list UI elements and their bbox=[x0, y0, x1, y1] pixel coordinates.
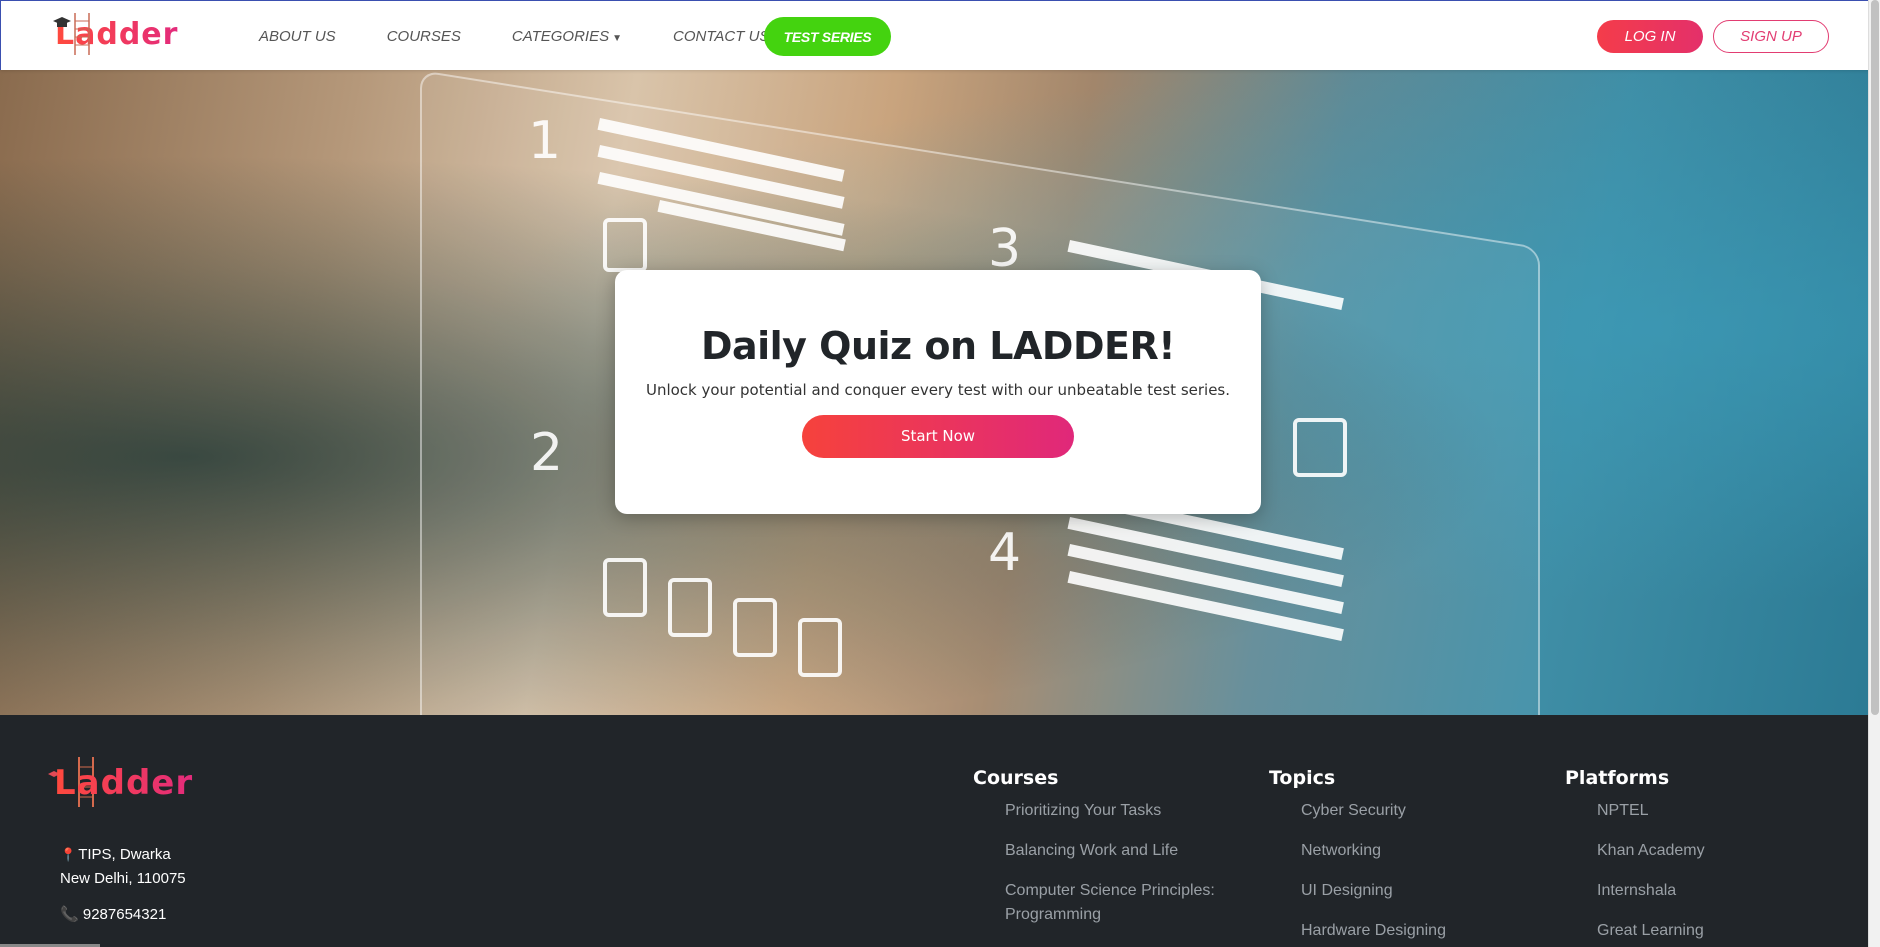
map-pin-icon: 📍 bbox=[60, 847, 77, 862]
caret-down-icon: ▼ bbox=[612, 32, 623, 44]
footer-phone: 📞 9287654321 bbox=[60, 905, 166, 923]
footer-column-title: Courses bbox=[973, 767, 1059, 789]
address-line-1: TIPS, Dwarka bbox=[78, 846, 171, 863]
quiz-title: Daily Quiz on LADDER! bbox=[700, 324, 1176, 368]
footer-link[interactable]: Khan Academy bbox=[1597, 839, 1845, 863]
footer-brand-name: Ladder bbox=[54, 763, 194, 803]
nav-about-us[interactable]: ABOUT US bbox=[259, 28, 336, 45]
nav-categories-label: CATEGORIES bbox=[511, 27, 610, 45]
address-line-2: New Delhi, 110075 bbox=[60, 870, 186, 887]
footer-column-platforms: Platforms NPTEL Khan Academy Internshala… bbox=[1565, 767, 1845, 947]
footer-column-title: Topics bbox=[1269, 767, 1336, 789]
test-series-button[interactable]: TEST SERIES bbox=[764, 17, 891, 56]
phone-icon: 📞 bbox=[60, 906, 79, 923]
footer-link[interactable]: Computer Science Principles: Programming bbox=[1005, 879, 1253, 927]
footer-link[interactable]: Cyber Security bbox=[1301, 799, 1529, 823]
footer-link[interactable]: Networking bbox=[1301, 839, 1529, 863]
footer-link[interactable]: Balancing Work and Life bbox=[1005, 839, 1253, 863]
brand-logo[interactable]: Ladder bbox=[53, 11, 178, 57]
footer-column-title: Platforms bbox=[1565, 767, 1670, 789]
footer-column-courses: Courses Prioritizing Your Tasks Balancin… bbox=[973, 767, 1253, 943]
quiz-subtitle: Unlock your potential and conquer every … bbox=[645, 381, 1231, 399]
scrollbar-thumb[interactable] bbox=[1871, 0, 1879, 715]
nav-contact-us[interactable]: CONTACT US bbox=[673, 28, 769, 45]
footer-link[interactable]: Hardware Designing bbox=[1301, 919, 1529, 943]
nav-links: ABOUT US COURSES CATEGORIES ▼ CONTACT US bbox=[259, 1, 820, 71]
quiz-card: Daily Quiz on LADDER! Unlock your potent… bbox=[615, 270, 1261, 514]
footer-link[interactable]: Prioritizing Your Tasks bbox=[1005, 799, 1253, 823]
nav-courses[interactable]: COURSES bbox=[387, 28, 461, 45]
top-navbar: Ladder ABOUT US COURSES CATEGORIES ▼ CONT… bbox=[0, 0, 1880, 70]
footer-link[interactable]: NPTEL bbox=[1597, 799, 1845, 823]
footer-link[interactable]: Great Learning bbox=[1597, 919, 1845, 943]
svg-text:2: 2 bbox=[530, 423, 563, 483]
svg-text:1: 1 bbox=[528, 111, 561, 171]
phone-number: 9287654321 bbox=[82, 906, 167, 923]
footer-link[interactable]: UI Designing bbox=[1301, 879, 1529, 903]
graduation-cap-icon bbox=[53, 17, 71, 27]
footer-link[interactable]: Internshala bbox=[1597, 879, 1845, 903]
start-now-button[interactable]: Start Now bbox=[802, 415, 1074, 458]
svg-text:4: 4 bbox=[988, 523, 1021, 583]
signup-button[interactable]: SIGN UP bbox=[1713, 20, 1829, 53]
vertical-scrollbar[interactable] bbox=[1868, 0, 1880, 947]
footer-address: 📍 TIPS, Dwarka New Delhi, 110075 bbox=[60, 843, 186, 891]
site-footer: Ladder 📍 TIPS, Dwarka New Delhi, 110075 📞… bbox=[0, 715, 1880, 947]
ladder-icon bbox=[74, 13, 90, 55]
login-button[interactable]: LOG IN bbox=[1597, 20, 1703, 53]
nav-categories[interactable]: CATEGORIES ▼ bbox=[512, 28, 622, 45]
hero-banner: 1 3 2 4 Daily Quiz on LADDER! Unlock you… bbox=[0, 70, 1880, 715]
footer-column-topics: Topics Cyber Security Networking UI Desi… bbox=[1269, 767, 1529, 947]
